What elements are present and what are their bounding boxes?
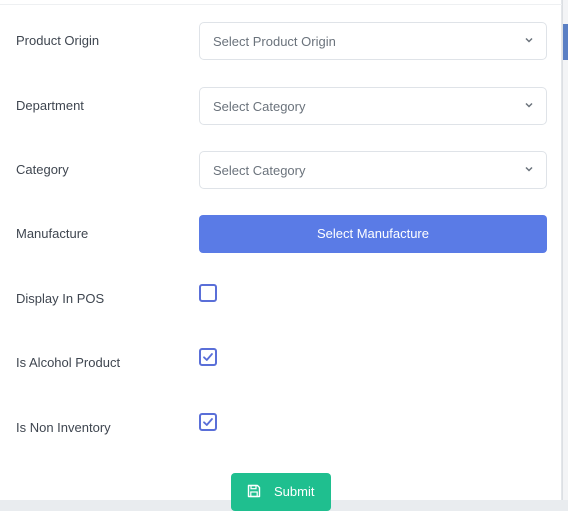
submit-label: Submit	[274, 484, 315, 499]
chevron-down-icon	[525, 102, 533, 108]
category-placeholder: Select Category	[213, 163, 306, 178]
department-select[interactable]: Select Category	[199, 87, 547, 125]
category-label: Category	[16, 162, 69, 177]
department-label: Department	[16, 98, 84, 113]
backdrop-accent	[563, 24, 568, 60]
page-backdrop	[562, 0, 568, 500]
select-manufacture-button[interactable]: Select Manufacture	[199, 215, 547, 253]
product-origin-placeholder: Select Product Origin	[213, 34, 336, 49]
is-non-inventory-label: Is Non Inventory	[16, 420, 111, 435]
department-placeholder: Select Category	[213, 99, 306, 114]
display-in-pos-label: Display In POS	[16, 291, 105, 306]
checkmark-icon	[203, 418, 213, 426]
display-in-pos-checkbox[interactable]	[199, 284, 217, 302]
is-non-inventory-checkbox[interactable]	[199, 413, 217, 431]
product-form-modal: Product Origin Select Product Origin Dep…	[0, 0, 562, 511]
save-icon	[247, 484, 261, 498]
is-alcohol-product-checkbox[interactable]	[199, 348, 217, 366]
chevron-down-icon	[525, 166, 533, 172]
chevron-down-icon	[525, 37, 533, 43]
product-origin-label: Product Origin	[16, 33, 100, 48]
submit-button[interactable]: Submit	[231, 473, 331, 511]
modal-divider	[0, 4, 562, 5]
product-origin-select[interactable]: Select Product Origin	[199, 22, 547, 60]
manufacture-label: Manufacture	[16, 226, 89, 241]
category-select[interactable]: Select Category	[199, 151, 547, 189]
is-alcohol-product-label: Is Alcohol Product	[16, 355, 121, 370]
checkmark-icon	[203, 353, 213, 361]
